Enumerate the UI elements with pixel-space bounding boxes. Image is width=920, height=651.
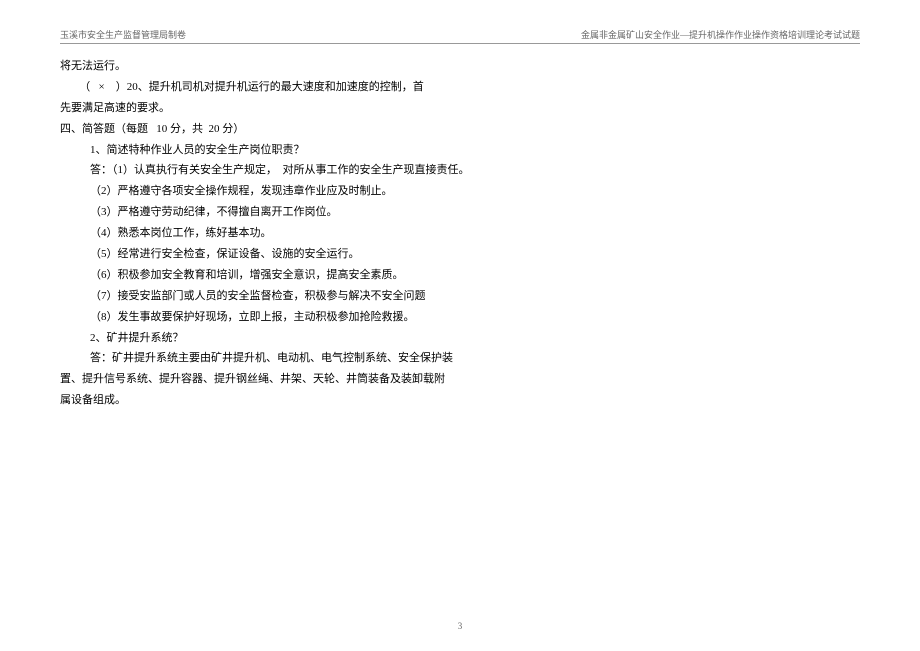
document-content: 将无法运行。 （ × ）20、提升机司机对提升机运行的最大速度和加速度的控制，首… (60, 56, 860, 411)
answer-line: （3）严格遵守劳动纪律，不得擅自离开工作岗位。 (60, 202, 860, 223)
header-left: 玉溪市安全生产监督管理局制卷 (60, 28, 186, 41)
question-line: 1、简述特种作业人员的安全生产岗位职责？ (60, 140, 860, 161)
text-line: 先要满足高速的要求。 (60, 98, 860, 119)
text-line: 将无法运行。 (60, 56, 860, 77)
section-title: 四、简答题（每题 10 分，共 20 分） (60, 119, 860, 140)
text-line: （ × ）20、提升机司机对提升机运行的最大速度和加速度的控制，首 (60, 77, 860, 98)
answer-line: （2）严格遵守各项安全操作规程，发现违章作业应及时制止。 (60, 181, 860, 202)
answer-line: （5）经常进行安全检查，保证设备、设施的安全运行。 (60, 244, 860, 265)
question-line: 2、矿井提升系统？ (60, 328, 860, 349)
header-right: 金属非金属矿山安全作业—提升机操作作业操作资格培训理论考试试题 (581, 28, 860, 41)
document-page: 玉溪市安全生产监督管理局制卷 金属非金属矿山安全作业—提升机操作作业操作资格培训… (0, 0, 920, 651)
answer-line: （4）熟悉本岗位工作，练好基本功。 (60, 223, 860, 244)
answer-line: 置、提升信号系统、提升容器、提升钢丝绳、井架、天轮、井筒装备及装卸载附 (60, 369, 860, 390)
page-number: 3 (0, 621, 920, 631)
answer-line: 属设备组成。 (60, 390, 860, 411)
answer-line: （7）接受安监部门或人员的安全监督检查，积极参与解决不安全问题 (60, 286, 860, 307)
header-divider (60, 43, 860, 44)
answer-line: （8）发生事故要保护好现场，立即上报，主动积极参加抢险救援。 (60, 307, 860, 328)
page-header: 玉溪市安全生产监督管理局制卷 金属非金属矿山安全作业—提升机操作作业操作资格培训… (60, 28, 860, 41)
answer-line: 答：矿井提升系统主要由矿井提升机、电动机、电气控制系统、安全保护装 (60, 348, 860, 369)
answer-line: 答：（1）认真执行有关安全生产规定， 对所从事工作的安全生产现直接责任。 (60, 160, 860, 181)
answer-line: （6）积极参加安全教育和培训，增强安全意识，提高安全素质。 (60, 265, 860, 286)
